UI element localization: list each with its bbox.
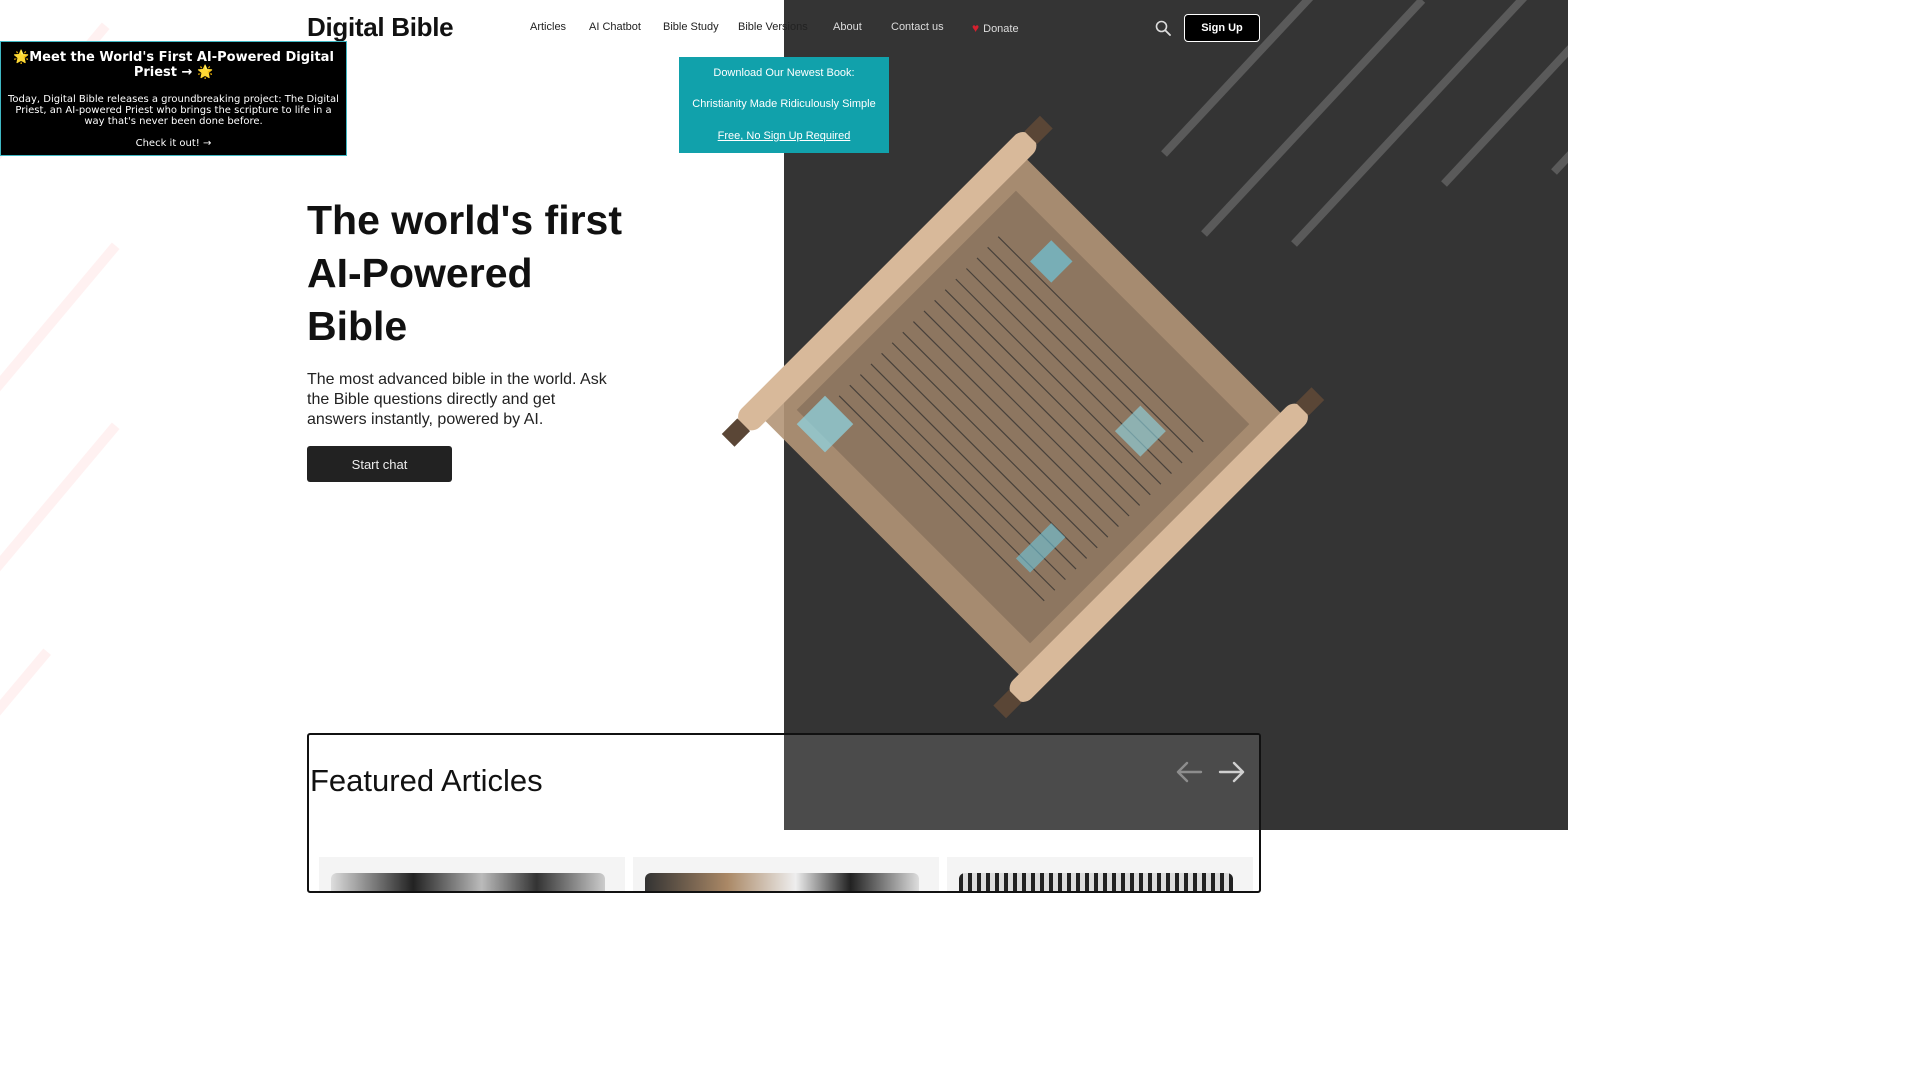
book-download-link[interactable]: Free, No Sign Up Required: [679, 130, 889, 142]
book-dropdown-line1: Download Our Newest Book:: [713, 67, 855, 79]
nav-about[interactable]: About: [833, 21, 862, 33]
decor-stripe: [0, 242, 120, 418]
article-card-image: [645, 873, 919, 891]
nav-articles[interactable]: Articles: [530, 21, 566, 33]
decor-stripe: [0, 422, 120, 598]
article-card[interactable]: [633, 857, 939, 891]
start-chat-button[interactable]: Start chat: [307, 446, 452, 482]
nav-bible-versions[interactable]: Bible Versions: [738, 21, 808, 33]
nav-donate[interactable]: ♥ Donate: [972, 21, 1019, 35]
arrow-left-icon[interactable]: [1175, 759, 1205, 785]
decor-stripe: [0, 648, 51, 732]
heart-icon: ♥: [972, 21, 980, 35]
promo-heading[interactable]: 🌟Meet the World's First AI-Powered Digit…: [5, 50, 342, 80]
decor-stripe: [1551, 96, 1568, 175]
nav-contact[interactable]: Contact us: [891, 21, 944, 33]
sign-up-button[interactable]: Sign Up: [1184, 14, 1260, 42]
arrow-right-icon[interactable]: [1216, 759, 1246, 785]
nav-donate-label: Donate: [983, 23, 1019, 35]
search-icon[interactable]: [1155, 20, 1171, 36]
newest-book-dropdown: Download Our Newest Book: Christianity M…: [679, 57, 889, 153]
digital-scroll-illustration: [721, 115, 1325, 719]
article-card-image: [959, 873, 1233, 891]
decor-stripe: [1291, 0, 1557, 247]
hero-title: The world's first AI-Powered Bible: [307, 197, 623, 349]
article-card-image: [331, 873, 605, 891]
featured-articles-section: Featured Articles: [307, 733, 1261, 893]
site-logo[interactable]: Digital Bible: [307, 12, 454, 43]
nav-ai-chatbot[interactable]: AI Chatbot: [589, 21, 641, 33]
hero-subtitle: The most advanced bible in the world. As…: [307, 371, 607, 428]
promo-cta-link[interactable]: Check it out! →: [1, 138, 346, 149]
nav-bible-study[interactable]: Bible Study: [663, 21, 719, 33]
decor-stripe: [1441, 0, 1568, 187]
promo-body: Today, Digital Bible releases a groundbr…: [8, 94, 339, 127]
article-card[interactable]: [319, 857, 625, 891]
digital-priest-promo: 🌟Meet the World's First AI-Powered Digit…: [0, 41, 347, 156]
article-card[interactable]: [947, 857, 1253, 891]
book-dropdown-title[interactable]: Christianity Made Ridiculously Simple: [679, 98, 889, 110]
featured-title: Featured Articles: [310, 763, 543, 798]
